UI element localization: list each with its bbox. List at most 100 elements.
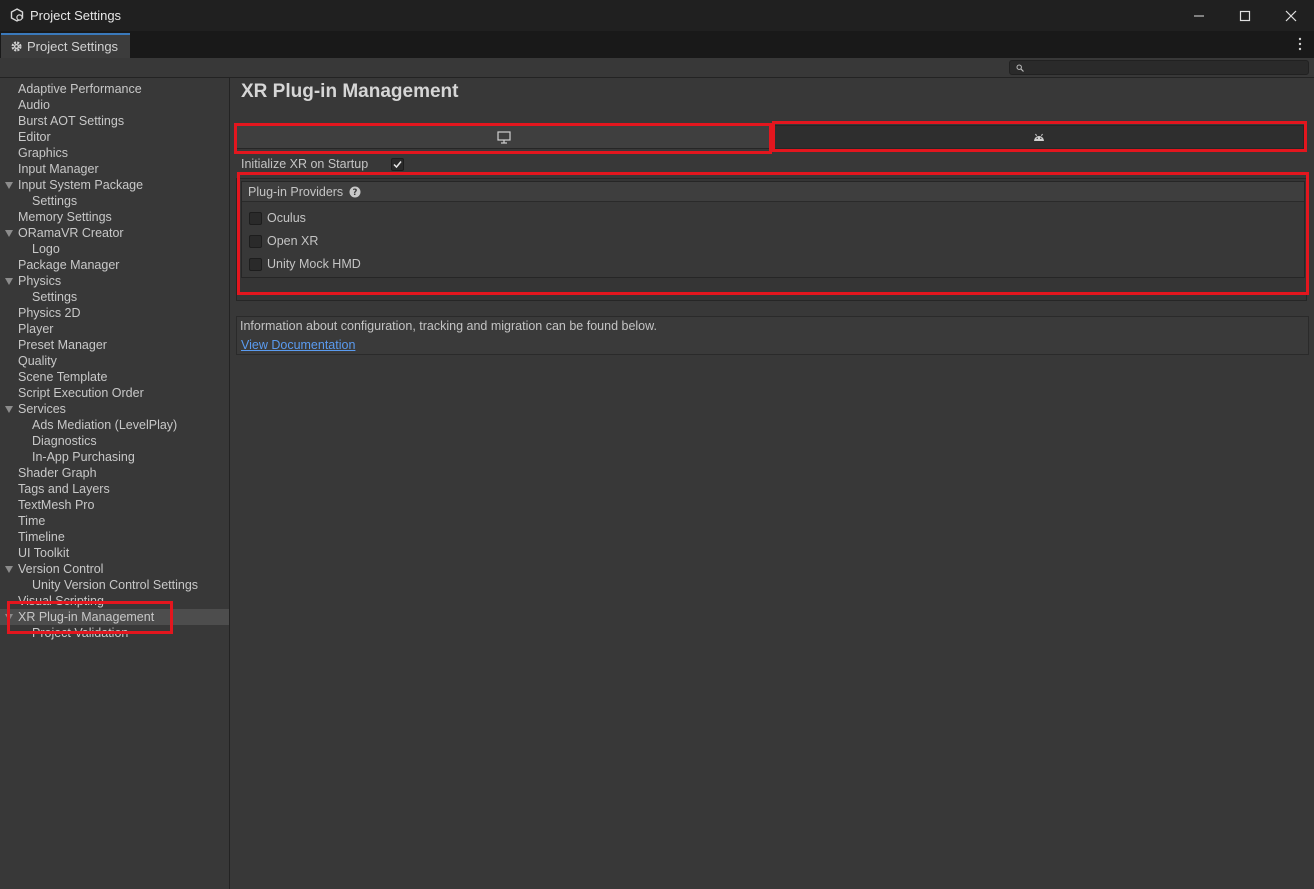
sidebar-item-label: Project Validation — [32, 626, 129, 640]
sidebar-item-label: Adaptive Performance — [18, 82, 142, 96]
sidebar-item-label: TextMesh Pro — [18, 498, 95, 512]
info-text: Information about configuration, trackin… — [240, 319, 657, 333]
maximize-button[interactable] — [1222, 0, 1268, 31]
sidebar-item-label: Preset Manager — [18, 338, 107, 352]
sidebar-item-label: In-App Purchasing — [32, 450, 135, 464]
sidebar-item-scene-template[interactable]: Scene Template — [0, 369, 229, 385]
settings-content: XR Plug-in Management Initialize XR on S… — [231, 78, 1314, 889]
close-button[interactable] — [1268, 0, 1314, 31]
sidebar-item-label: Physics — [18, 274, 62, 288]
provider-oculus: Oculus — [249, 210, 306, 226]
sidebar-item-label: Services — [18, 402, 66, 416]
sidebar-item-preset-manager[interactable]: Preset Manager — [0, 337, 229, 353]
sidebar-item-label: Time — [18, 514, 46, 528]
sidebar-item-label: Tags and Layers — [18, 482, 110, 496]
sidebar-item-label: Logo — [32, 242, 60, 256]
view-documentation-link[interactable]: View Documentation — [241, 338, 355, 352]
sidebar-item-settings[interactable]: Settings — [0, 289, 229, 305]
sidebar-item-label: Memory Settings — [18, 210, 112, 224]
sidebar-item-quality[interactable]: Quality — [0, 353, 229, 369]
sidebar-item-label: Settings — [32, 194, 78, 208]
sidebar-item-label: Scene Template — [18, 370, 108, 384]
sidebar-item-services[interactable]: Services — [0, 401, 229, 417]
sidebar-item-tags-and-layers[interactable]: Tags and Layers — [0, 481, 229, 497]
sidebar-item-label: Package Manager — [18, 258, 120, 272]
sidebar-item-label: Diagnostics — [32, 434, 97, 448]
expand-arrow-icon[interactable] — [5, 566, 13, 573]
sidebar-item-label: UI Toolkit — [18, 546, 70, 560]
sidebar-item-in-app-purchasing[interactable]: In-App Purchasing — [0, 449, 229, 465]
expand-arrow-icon[interactable] — [5, 182, 13, 189]
provider-oculus-checkbox[interactable] — [249, 211, 262, 225]
sidebar-item-burst-aot-settings[interactable]: Burst AOT Settings — [0, 113, 229, 129]
sidebar-item-label: Timeline — [18, 530, 65, 544]
page-title: XR Plug-in Management — [241, 81, 459, 102]
sidebar-item-label: Player — [18, 322, 54, 336]
initialize-xr-checkbox[interactable] — [391, 157, 404, 171]
tab-project-settings[interactable]: Project Settings — [1, 33, 130, 58]
provider-oculus-label: Oculus — [267, 211, 306, 225]
sidebar-item-diagnostics[interactable]: Diagnostics — [0, 433, 229, 449]
sidebar-item-project-validation[interactable]: Project Validation — [0, 625, 229, 641]
sidebar-item-script-execution-order[interactable]: Script Execution Order — [0, 385, 229, 401]
minimize-button[interactable] — [1176, 0, 1222, 31]
expand-arrow-icon[interactable] — [5, 278, 13, 285]
sidebar-item-settings[interactable]: Settings — [0, 193, 229, 209]
android-icon — [1034, 133, 1044, 141]
sidebar-item-input-manager[interactable]: Input Manager — [0, 161, 229, 177]
sidebar-item-package-manager[interactable]: Package Manager — [0, 257, 229, 273]
sidebar-item-textmesh-pro[interactable]: TextMesh Pro — [0, 497, 229, 513]
providers-header: Plug-in Providers ? — [242, 182, 1304, 202]
sidebar-item-memory-settings[interactable]: Memory Settings — [0, 209, 229, 225]
sidebar-item-label: Input Manager — [18, 162, 99, 176]
sidebar-item-physics-2d[interactable]: Physics 2D — [0, 305, 229, 321]
sidebar-item-unity-version-control-settings[interactable]: Unity Version Control Settings — [0, 577, 229, 593]
unity-logo-icon — [10, 8, 24, 22]
sidebar-item-player[interactable]: Player — [0, 321, 229, 337]
expand-arrow-icon[interactable] — [5, 406, 13, 413]
info-box: Information about configuration, trackin… — [236, 316, 1309, 355]
tab-android-platform[interactable] — [774, 125, 1304, 149]
tab-standalone-platform[interactable] — [236, 125, 771, 149]
provider-openxr-label: Open XR — [267, 234, 319, 248]
sidebar-item-logo[interactable]: Logo — [0, 241, 229, 257]
expand-arrow-icon[interactable] — [5, 614, 13, 621]
sidebar-item-graphics[interactable]: Graphics — [0, 145, 229, 161]
window-titlebar: Project Settings — [0, 0, 1314, 31]
sidebar-item-oramavr-creator[interactable]: ORamaVR Creator — [0, 225, 229, 241]
sidebar-item-adaptive-performance[interactable]: Adaptive Performance — [0, 81, 229, 97]
window-title: Project Settings — [30, 8, 122, 23]
sidebar-item-time[interactable]: Time — [0, 513, 229, 529]
help-icon[interactable]: ? — [349, 186, 361, 198]
gear-icon — [11, 41, 22, 52]
provider-mock-hmd: Unity Mock HMD — [249, 256, 361, 272]
settings-sidebar: Adaptive Performance Audio Burst AOT Setti… — [0, 78, 230, 889]
sidebar-item-input-system-package[interactable]: Input System Package — [0, 177, 229, 193]
sidebar-item-label: XR Plug-in Management — [18, 610, 155, 624]
provider-openxr: Open XR — [249, 233, 318, 249]
sidebar-item-version-control[interactable]: Version Control — [0, 561, 229, 577]
sidebar-item-label: Visual Scripting — [18, 594, 104, 608]
close-icon — [1285, 10, 1297, 21]
sidebar-item-visual-scripting[interactable]: Visual Scripting — [0, 593, 229, 609]
monitor-icon — [496, 130, 511, 144]
sidebar-item-label: Audio — [18, 98, 50, 112]
sidebar-item-shader-graph[interactable]: Shader Graph — [0, 465, 229, 481]
sidebar-item-label: Script Execution Order — [18, 386, 144, 400]
sidebar-item-xr-plug-in-management[interactable]: XR Plug-in Management — [0, 609, 229, 625]
sidebar-item-audio[interactable]: Audio — [0, 97, 229, 113]
maximize-icon — [1239, 10, 1251, 21]
sidebar-item-ads-mediation-levelplay[interactable]: Ads Mediation (LevelPlay) — [0, 417, 229, 433]
sidebar-item-label: ORamaVR Creator — [18, 226, 124, 240]
sidebar-item-editor[interactable]: Editor — [0, 129, 229, 145]
more-options-icon[interactable] — [1296, 36, 1304, 52]
sidebar-item-label: Unity Version Control Settings — [32, 578, 199, 592]
provider-mock-hmd-checkbox[interactable] — [249, 257, 262, 271]
expand-arrow-icon[interactable] — [5, 230, 13, 237]
provider-openxr-checkbox[interactable] — [249, 234, 262, 248]
sidebar-item-physics[interactable]: Physics — [0, 273, 229, 289]
sidebar-item-ui-toolkit[interactable]: UI Toolkit — [0, 545, 229, 561]
sidebar-item-timeline[interactable]: Timeline — [0, 529, 229, 545]
sidebar-item-label: Burst AOT Settings — [18, 114, 125, 128]
search-input[interactable] — [1009, 60, 1309, 75]
